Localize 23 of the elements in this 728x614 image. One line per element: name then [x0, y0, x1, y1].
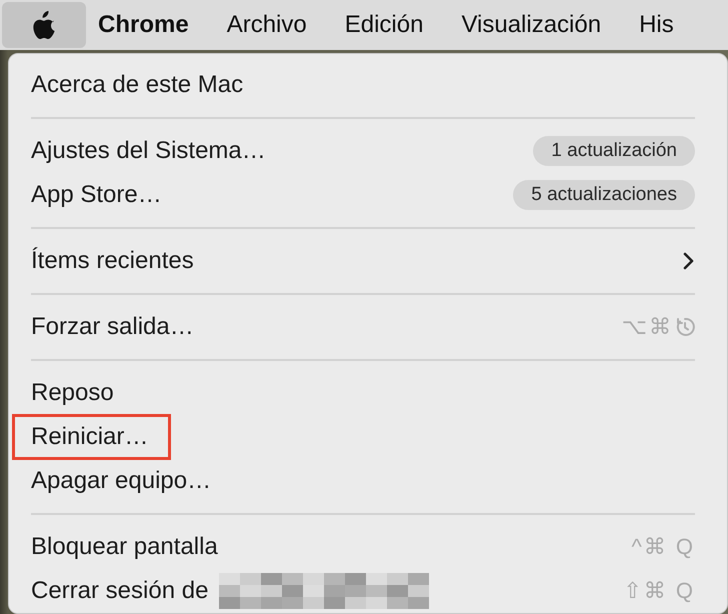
highlighted-menu-item[interactable]: Reiniciar…	[12, 414, 172, 460]
menu-bar-item[interactable]: Edición	[326, 2, 442, 48]
menu-bar-item[interactable]: Archivo	[208, 2, 326, 48]
menu-item[interactable]: Bloquear pantalla	[28, 526, 221, 568]
keyboard-shortcut: ⇧⌘ Q	[623, 578, 695, 604]
menu-item[interactable]: Ítems recientes	[28, 240, 197, 282]
update-badge: 1 actualización	[533, 136, 695, 166]
menu-item[interactable]: App Store…	[28, 174, 165, 216]
keyboard-shortcut: ^⌘ Q	[631, 534, 695, 560]
menu-item[interactable]: Forzar salida…	[28, 306, 197, 348]
menu-bar-item[interactable]: Chrome	[86, 2, 208, 48]
menu-item[interactable]: Cerrar sesión de	[28, 570, 212, 612]
apple-logo-icon	[32, 11, 56, 39]
keyboard-shortcut: ⌥⌘	[622, 314, 673, 340]
menu-item[interactable]: Reposo	[28, 372, 117, 414]
update-badge: 5 actualizaciones	[513, 180, 695, 210]
menu-item[interactable]: Apagar equipo…	[28, 460, 214, 502]
menu-item[interactable]: Acerca de este Mac	[28, 64, 246, 106]
chevron-right-icon	[683, 252, 695, 270]
menu-bar-item[interactable]: His	[620, 2, 693, 48]
apple-menu-button[interactable]	[2, 2, 86, 48]
menu-item[interactable]: Ajustes del Sistema…	[28, 130, 269, 172]
menu-bar-item[interactable]: Visualización	[442, 2, 620, 48]
